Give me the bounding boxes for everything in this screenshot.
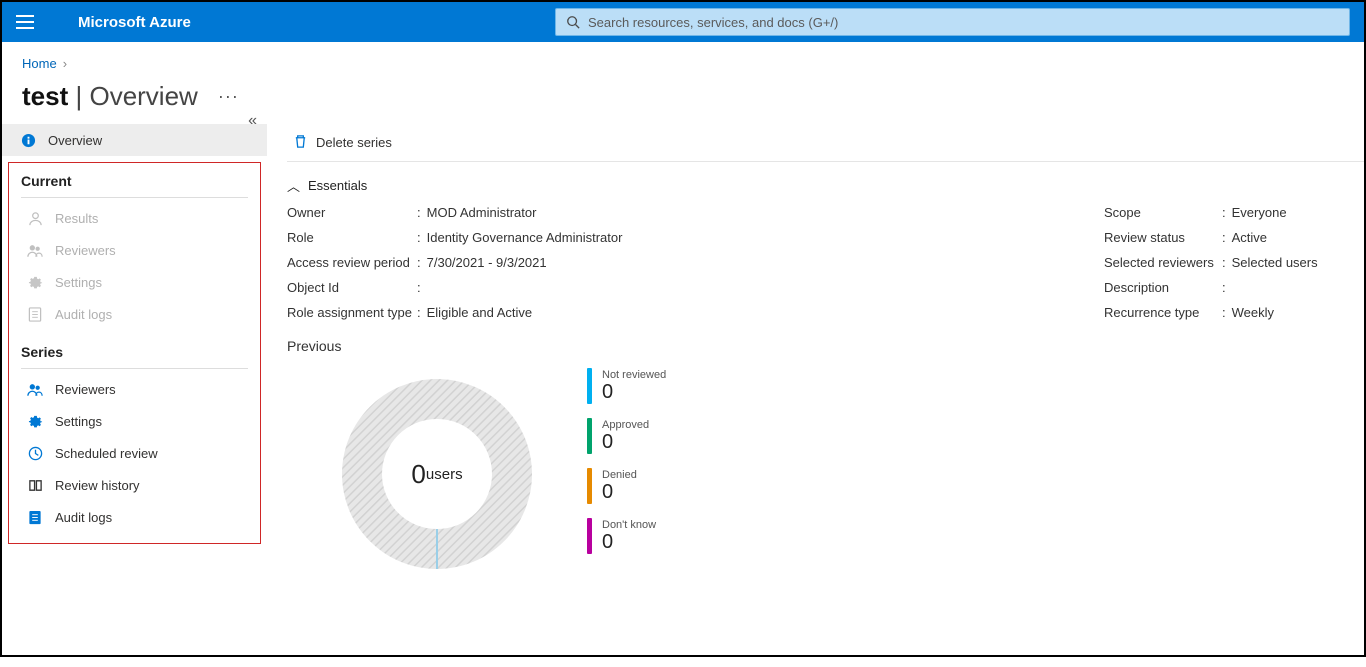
- sidebar-heading-current: Current: [9, 169, 260, 195]
- period-value: 7/30/2021 - 9/3/2021: [427, 255, 547, 270]
- chart-legend: Not reviewed0 Approved0 Denied0 Don't kn…: [587, 368, 666, 554]
- toolbar: Delete series: [287, 124, 1364, 162]
- recurrence-value: Weekly: [1232, 305, 1274, 320]
- title-section: Overview: [89, 81, 197, 111]
- sidebar-item-label: Audit logs: [55, 510, 112, 525]
- log-icon: [25, 510, 45, 525]
- sidebar-item-label: Results: [55, 211, 98, 226]
- assigntype-label: Role assignment type: [287, 305, 417, 320]
- book-icon: [25, 478, 45, 493]
- desc-label: Description: [1104, 280, 1222, 295]
- essentials-heading: Essentials: [308, 178, 367, 193]
- gear-icon: [25, 414, 45, 429]
- objectid-label: Object Id: [287, 280, 417, 295]
- legend-dont-know: Don't know0: [587, 518, 666, 554]
- sidebar-item-label: Audit logs: [55, 307, 112, 322]
- essentials-toggle[interactable]: ︿ Essentials: [287, 176, 1364, 195]
- previous-heading: Previous: [287, 338, 1364, 354]
- page-title-row: test | Overview ···: [2, 81, 1364, 124]
- sidebar-item-reviewers-series[interactable]: Reviewers: [9, 373, 260, 405]
- scope-label: Scope: [1104, 205, 1222, 220]
- chevron-up-icon: ︿: [287, 176, 300, 195]
- sidebar-item-settings-series[interactable]: Settings: [9, 405, 260, 437]
- period-label: Access review period: [287, 255, 417, 270]
- legend-color-icon: [587, 368, 592, 404]
- sidebar: « Overview Current Results Reviewers Set…: [2, 124, 267, 667]
- legend-color-icon: [587, 518, 592, 554]
- breadcrumb: Home ›: [2, 42, 1364, 81]
- search-icon: [566, 15, 580, 29]
- role-value: Identity Governance Administrator: [427, 230, 623, 245]
- trash-icon: [293, 134, 308, 152]
- sidebar-item-label: Settings: [55, 275, 102, 290]
- top-bar: Microsoft Azure Search resources, servic…: [2, 2, 1364, 42]
- title-name: test: [22, 81, 68, 111]
- scope-value: Everyone: [1232, 205, 1287, 220]
- recurrence-label: Recurrence type: [1104, 305, 1222, 320]
- sidebar-item-label: Settings: [55, 414, 102, 429]
- assigntype-value: Eligible and Active: [427, 305, 533, 320]
- owner-value: MOD Administrator: [427, 205, 537, 220]
- sidebar-item-label: Review history: [55, 478, 140, 493]
- sidebar-item-overview[interactable]: Overview: [2, 124, 267, 156]
- reviewers-label: Selected reviewers: [1104, 255, 1222, 270]
- sidebar-item-auditlogs-current[interactable]: Audit logs: [9, 298, 260, 330]
- legend-color-icon: [587, 468, 592, 504]
- person-icon: [25, 211, 45, 226]
- previous-chart: 0users Not reviewed0 Approved0 Denied0: [287, 364, 1364, 584]
- sidebar-item-review-history[interactable]: Review history: [9, 469, 260, 501]
- sidebar-item-label: Overview: [48, 133, 102, 148]
- menu-icon[interactable]: [16, 15, 34, 29]
- main-pane: Delete series ︿ Essentials Owner:MOD Adm…: [267, 124, 1364, 667]
- reviewers-value: Selected users: [1232, 255, 1318, 270]
- sidebar-item-label: Reviewers: [55, 243, 116, 258]
- more-icon[interactable]: ···: [218, 86, 239, 107]
- essentials-panel: ︿ Essentials Owner:MOD Administrator Rol…: [287, 162, 1364, 330]
- brand-label: Microsoft Azure: [78, 14, 191, 31]
- log-icon: [25, 307, 45, 322]
- page-title: test | Overview: [22, 81, 198, 112]
- sidebar-item-scheduled-review[interactable]: Scheduled review: [9, 437, 260, 469]
- donut-center-label: 0users: [327, 364, 547, 584]
- legend-not-reviewed: Not reviewed0: [587, 368, 666, 404]
- gear-icon: [25, 275, 45, 290]
- breadcrumb-home[interactable]: Home: [22, 56, 57, 71]
- sidebar-item-reviewers-current[interactable]: Reviewers: [9, 234, 260, 266]
- donut-chart: 0users: [327, 364, 547, 584]
- collapse-icon[interactable]: «: [248, 112, 257, 130]
- clock-icon: [25, 446, 45, 461]
- sidebar-item-label: Scheduled review: [55, 446, 158, 461]
- info-icon: [18, 133, 38, 148]
- sidebar-item-auditlogs-series[interactable]: Audit logs: [9, 501, 260, 533]
- legend-color-icon: [587, 418, 592, 454]
- sidebar-highlight-box: Current Results Reviewers Settings Audit…: [8, 162, 261, 544]
- delete-series-button[interactable]: Delete series: [287, 130, 398, 156]
- status-label: Review status: [1104, 230, 1222, 245]
- people-icon: [25, 243, 45, 258]
- role-label: Role: [287, 230, 417, 245]
- legend-denied: Denied0: [587, 468, 666, 504]
- sidebar-heading-series: Series: [9, 340, 260, 366]
- sidebar-item-results[interactable]: Results: [9, 202, 260, 234]
- chevron-right-icon: ›: [63, 56, 67, 71]
- owner-label: Owner: [287, 205, 417, 220]
- status-value: Active: [1232, 230, 1267, 245]
- sidebar-item-settings-current[interactable]: Settings: [9, 266, 260, 298]
- people-icon: [25, 382, 45, 397]
- legend-approved: Approved0: [587, 418, 666, 454]
- global-search[interactable]: Search resources, services, and docs (G+…: [555, 8, 1350, 36]
- search-placeholder: Search resources, services, and docs (G+…: [588, 15, 838, 30]
- sidebar-item-label: Reviewers: [55, 382, 116, 397]
- delete-label: Delete series: [316, 135, 392, 150]
